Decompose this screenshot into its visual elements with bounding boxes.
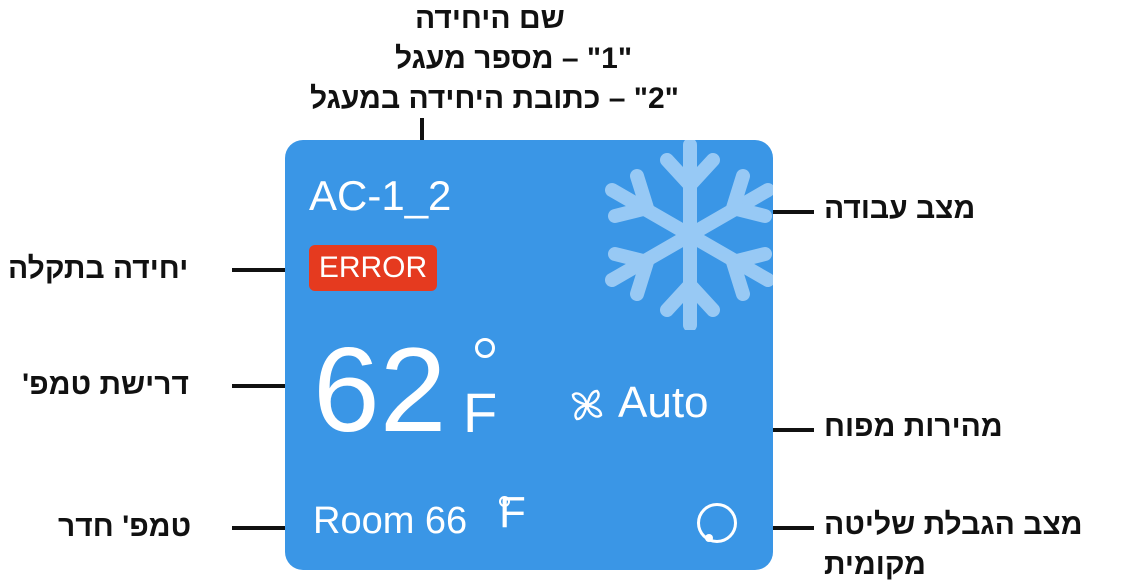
callout-mode: מצב עבודה <box>824 192 976 225</box>
local-control-lock-icon[interactable] <box>697 503 737 543</box>
lock-status-dot <box>705 534 713 542</box>
fan-icon <box>571 389 603 421</box>
unit-name: AC-1_2 <box>309 172 452 219</box>
room-temperature-unit: F <box>499 488 526 537</box>
set-temperature-unit: F <box>463 381 498 444</box>
callout-room-temp: טמפ' חדר <box>58 510 192 543</box>
set-temperature[interactable]: 62 <box>313 330 446 450</box>
error-badge: ERROR <box>309 245 437 291</box>
callout-set-temp: דרישת טמפ' <box>22 368 189 401</box>
callout-unit-name-line3: "2" – כתובת היחידה במעגל <box>310 82 679 115</box>
fan-speed[interactable]: Auto <box>618 378 709 428</box>
callout-unit-name-line2: "1" – מספר מעגל <box>395 42 633 75</box>
room-temperature: Room 66 <box>313 500 468 542</box>
callout-lock-line1: מצב הגבלת שליטה <box>824 508 1083 541</box>
callout-lock-line2: מקומית <box>824 548 926 581</box>
callout-fan-speed: מהירות מפוח <box>824 410 1003 443</box>
ac-unit-card[interactable]: AC-1_2 ERROR 62 F Auto Room 66 F <box>285 140 773 570</box>
callout-error: יחידה בתקלה <box>8 252 189 285</box>
degree-icon <box>475 338 495 358</box>
callout-unit-name-line1: שם היחידה <box>415 2 565 35</box>
snowflake-icon <box>605 140 773 330</box>
